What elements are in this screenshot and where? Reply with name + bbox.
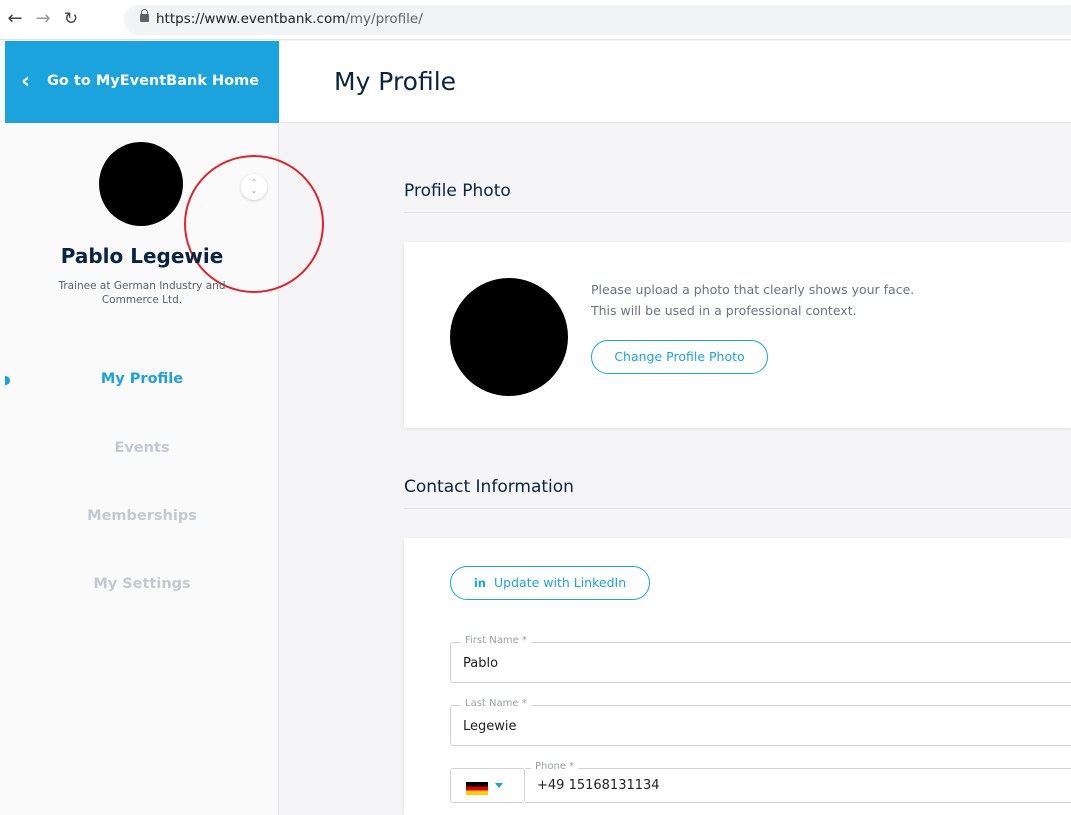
divider (404, 212, 1071, 213)
sidebar-item-my-profile[interactable]: My Profile (0, 371, 284, 387)
page-title: My Profile (334, 67, 457, 96)
caret-down-icon (495, 783, 503, 788)
sidebar-item-events[interactable]: Events (0, 440, 284, 456)
back-arrow-icon[interactable]: ← (4, 8, 26, 30)
contact-information-card: in Update with LinkedIn First Name * Pabl… (404, 538, 1071, 815)
lock-icon (140, 9, 149, 22)
home-link[interactable]: ‹ Go to MyEventBank Home (5, 41, 279, 123)
url-text: https://www.eventbank.com/my/profile/ (156, 11, 423, 27)
home-link-label: Go to MyEventBank Home (47, 73, 260, 89)
phone-input-group: Phone * +49 15168131134 (450, 761, 1071, 803)
address-bar[interactable]: https://www.eventbank.com/my/profile/ (124, 5, 1071, 35)
url-path: /my/profile/ (345, 11, 423, 27)
reload-icon[interactable]: ↻ (60, 8, 82, 30)
phone-value: +49 15168131134 (537, 778, 660, 793)
change-profile-photo-button[interactable]: Change Profile Photo (591, 340, 768, 374)
avatar (99, 142, 183, 226)
forward-arrow-icon[interactable]: → (32, 8, 54, 30)
user-name: Pablo Legewie (60, 244, 224, 268)
sidebar: ‹ Go to MyEventBank Home ⌃ ⌄ Pablo Legewi… (0, 41, 324, 815)
phone-field[interactable]: Phone * +49 15168131134 (525, 761, 1071, 803)
profile-photo-card: Please upload a photo that clearly shows… (404, 242, 1071, 428)
section-title-profile-photo: Profile Photo (404, 181, 511, 201)
last-name-value: Legewie (463, 719, 517, 734)
profile-photo (450, 278, 568, 396)
photo-hint-line-2: This will be used in a professional cont… (591, 303, 857, 318)
germany-flag-icon (466, 782, 488, 795)
last-name-field[interactable]: Last Name * Legewie (450, 698, 1071, 746)
url-host: https://www.eventbank.com (156, 11, 346, 27)
country-code-select[interactable] (450, 768, 525, 803)
sidebar-item-memberships[interactable]: Memberships (0, 508, 284, 524)
first-name-value: Pablo (463, 656, 499, 671)
linkedin-icon: in (473, 576, 486, 590)
sidebar-item-my-settings[interactable]: My Settings (0, 576, 284, 592)
browser-toolbar: ← → ↻ https://www.eventbank.com/my/profi… (0, 0, 1071, 40)
page-header: My Profile (280, 41, 1071, 123)
phone-label: Phone * (531, 761, 579, 772)
first-name-label: First Name * (461, 635, 531, 646)
first-name-field[interactable]: First Name * Pablo (450, 635, 1071, 683)
annotation-circle (184, 155, 324, 293)
chevron-left-icon: ‹ (21, 69, 31, 94)
last-name-label: Last Name * (461, 698, 531, 709)
user-title: Trainee at German Industry and Commerce … (58, 280, 226, 306)
update-with-linkedin-button[interactable]: in Update with LinkedIn (450, 566, 650, 600)
linkedin-button-label: Update with LinkedIn (494, 575, 627, 590)
divider (404, 508, 1071, 509)
section-title-contact-information: Contact Information (404, 477, 574, 497)
photo-hint-line-1: Please upload a photo that clearly shows… (591, 282, 915, 297)
